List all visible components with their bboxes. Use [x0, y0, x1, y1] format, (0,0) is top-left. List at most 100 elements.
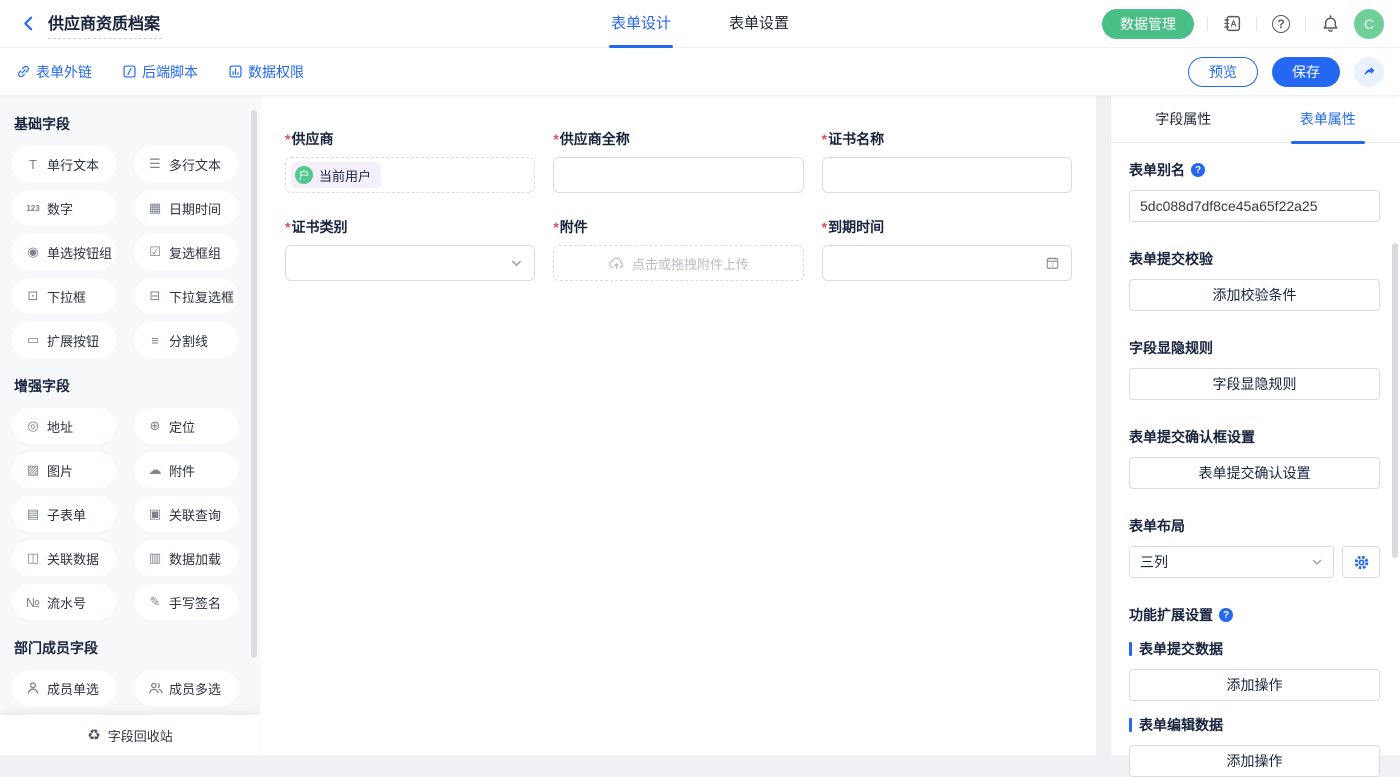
sidebar-item-member-single[interactable]: 成员单选: [12, 670, 116, 706]
help-icon[interactable]: ?: [1191, 163, 1205, 177]
page-title[interactable]: 供应商资质档案: [48, 9, 162, 39]
field-label: *附件: [553, 217, 803, 237]
data-load-icon: ▥: [147, 550, 163, 566]
sidebar-item-subform[interactable]: ▤子表单: [12, 496, 116, 532]
serial-number-icon: №: [25, 595, 41, 610]
form-field[interactable]: *证书类别: [285, 217, 535, 281]
tab-form-settings[interactable]: 表单设置: [729, 0, 789, 48]
select-control[interactable]: [285, 245, 535, 281]
field-visibility-button[interactable]: 字段显隐规则: [1129, 368, 1380, 400]
sidebar-item-image[interactable]: ▨图片: [12, 452, 116, 488]
sidebar-item-data-load[interactable]: ▥数据加载: [134, 540, 238, 576]
form-alias-input[interactable]: [1129, 190, 1380, 222]
sidebar-item-radio-group[interactable]: ◉单选按钮组: [12, 234, 116, 270]
upload-control[interactable]: 点击或拖拽附件上传: [553, 245, 803, 281]
sidebar-scrollbar[interactable]: [251, 110, 257, 658]
preview-button[interactable]: 预览: [1188, 57, 1258, 87]
form-field[interactable]: *附件点击或拖拽附件上传: [553, 217, 803, 281]
user-tag[interactable]: 户当前用户: [291, 162, 381, 188]
share-button[interactable]: [1354, 57, 1384, 87]
sidebar-item-number[interactable]: 123数字: [12, 190, 116, 226]
svg-text:A: A: [1230, 19, 1236, 29]
sidebar-items-grid: ◎地址 ⊕定位 ▨图片 ☁附件 ▤子表单 ▣关联查询 ◫关联数据 ▥数据加载 №流水号 ✎手写签名: [12, 408, 246, 620]
back-button[interactable]: [16, 12, 40, 36]
backend-script-button[interactable]: 后端脚本: [122, 62, 198, 82]
submit-confirm-button[interactable]: 表单提交确认设置: [1129, 457, 1380, 489]
sidebar-item-multi-line-text[interactable]: ☰多行文本: [134, 146, 238, 182]
sidebar-item-attachment[interactable]: ☁附件: [134, 452, 238, 488]
extension-settings-label: 功能扩展设置 ?: [1129, 605, 1380, 625]
help-icon[interactable]: ?: [1219, 608, 1233, 622]
required-marker: *: [285, 219, 290, 235]
subform-icon: ▤: [25, 506, 41, 522]
sidebar-item-label: 手写签名: [169, 593, 221, 612]
text-input-control[interactable]: [822, 157, 1072, 193]
form-field[interactable]: *供应商全称: [553, 129, 803, 193]
layout-settings-button[interactable]: [1342, 546, 1380, 578]
data-manage-button[interactable]: 数据管理: [1102, 9, 1194, 39]
user-avatar[interactable]: C: [1354, 9, 1384, 39]
panel-scrollbar[interactable]: [1392, 243, 1398, 558]
sidebar-item-label: 日期时间: [169, 199, 221, 218]
sidebar-item-label: 单选按钮组: [47, 243, 112, 262]
external-link-button[interactable]: 表单外链: [16, 62, 92, 82]
attachment-icon: ☁: [147, 462, 163, 478]
form-alias-section: 表单别名 ?: [1129, 160, 1380, 222]
tab-field-properties[interactable]: 字段属性: [1111, 96, 1256, 142]
sidebar-item-member-multi[interactable]: 成员多选: [134, 670, 238, 706]
form-toolbar: 表单外链 后端脚本 数据权限 预览 保存: [0, 48, 1400, 96]
sidebar-item-dropdown[interactable]: ⊡下拉框: [12, 278, 116, 314]
contacts-icon[interactable]: A: [1221, 13, 1243, 35]
sidebar-item-linked-query[interactable]: ▣关联查询: [134, 496, 238, 532]
divider: [1256, 17, 1257, 31]
save-button[interactable]: 保存: [1272, 57, 1340, 87]
form-field[interactable]: *证书名称: [822, 129, 1072, 193]
field-visibility-section: 字段显隐规则 字段显隐规则: [1129, 338, 1380, 400]
divider-icon: ≡: [147, 333, 163, 348]
sidebar-item-linked-data[interactable]: ◫关联数据: [12, 540, 116, 576]
field-label: *供应商: [285, 129, 535, 149]
submit-validation-section: 表单提交校验 添加校验条件: [1129, 249, 1380, 311]
help-icon[interactable]: ?: [1270, 13, 1292, 35]
form-layout-section: 表单布局 三列: [1129, 516, 1380, 578]
form-alias-label: 表单别名 ?: [1129, 160, 1380, 180]
sidebar-item-dropdown-multi[interactable]: ⊟下拉复选框: [134, 278, 238, 314]
properties-tabs: 字段属性 表单属性: [1111, 96, 1400, 143]
divider: [1305, 17, 1306, 31]
data-permission-button[interactable]: 数据权限: [228, 62, 304, 82]
share-arrow-icon: [1362, 64, 1377, 79]
sidebar-item-single-line-text[interactable]: T单行文本: [12, 146, 116, 182]
tab-form-design[interactable]: 表单设计: [611, 0, 671, 48]
required-marker: *: [553, 219, 558, 235]
add-validation-button[interactable]: 添加校验条件: [1129, 279, 1380, 311]
sidebar-item-address[interactable]: ◎地址: [12, 408, 116, 444]
date-control[interactable]: 7: [822, 245, 1072, 281]
number-icon: 123: [25, 204, 41, 213]
user-field-control[interactable]: 户当前用户: [285, 157, 535, 193]
notification-bell-icon[interactable]: [1319, 13, 1341, 35]
field-recycle-bin-button[interactable]: ♻ 字段回收站: [0, 715, 260, 755]
sidebar-item-checkbox-group[interactable]: ☑复选框组: [134, 234, 238, 270]
data-permission-icon: [228, 64, 243, 79]
sidebar-section-title: 增强字段: [14, 376, 246, 396]
submit-data-add-button[interactable]: 添加操作: [1129, 669, 1380, 701]
divider: [1207, 17, 1208, 31]
sidebar-item-datetime[interactable]: ▦日期时间: [134, 190, 238, 226]
edit-data-add-button[interactable]: 添加操作: [1129, 745, 1380, 777]
text-input-control[interactable]: [553, 157, 803, 193]
sidebar-item-extend-button[interactable]: ▭扩展按钮: [12, 322, 116, 358]
form-field[interactable]: *供应商户当前用户: [285, 129, 535, 193]
sidebar-item-signature[interactable]: ✎手写签名: [134, 584, 238, 620]
submit-data-label: 表单提交数据: [1129, 639, 1380, 659]
tab-form-properties[interactable]: 表单属性: [1256, 96, 1400, 142]
header-actions: 数据管理 A ? C: [1102, 9, 1384, 39]
sidebar-item-divider[interactable]: ≡分割线: [134, 322, 238, 358]
sidebar-item-label: 下拉框: [47, 287, 86, 306]
form-layout-select[interactable]: 三列: [1129, 546, 1334, 578]
address-icon: ◎: [25, 418, 41, 434]
sidebar-item-serial-number[interactable]: №流水号: [12, 584, 116, 620]
form-design-canvas[interactable]: *供应商户当前用户 *供应商全称 *证书名称 *证书类别 *附件点击或拖拽附件上传 *到期…: [260, 96, 1096, 755]
sidebar-item-label: 关联查询: [169, 505, 221, 524]
sidebar-item-location[interactable]: ⊕定位: [134, 408, 238, 444]
form-field[interactable]: *到期时间7: [822, 217, 1072, 281]
